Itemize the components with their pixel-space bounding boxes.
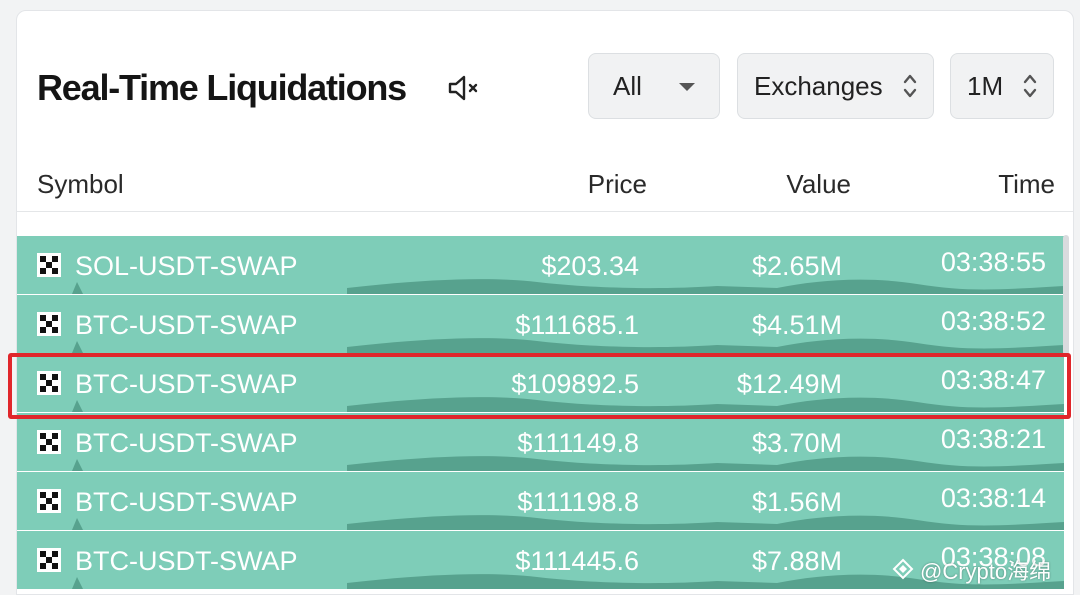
row-time: 03:38:21: [940, 424, 1046, 454]
row-value: $4.51M: [751, 310, 842, 340]
table-row[interactable]: BTC-USDT-SWAP $111198.8 $1.56M 03:38:14: [17, 472, 1064, 530]
watermark-text: @Crypto海绵: [920, 559, 1052, 584]
row-value: $2.65M: [751, 251, 842, 281]
up-down-chevron-icon: [1023, 74, 1037, 98]
row-time: 03:38:55: [940, 247, 1046, 277]
row-price: $111149.8: [517, 428, 639, 458]
watermark-logo-icon: [892, 558, 914, 580]
table-row[interactable]: BTC-USDT-SWAP $109892.5 $12.49M 03:38:47: [17, 354, 1064, 412]
timeframe-select-label: 1M: [967, 70, 1004, 101]
okx-exchange-icon: [37, 312, 61, 336]
row-value: $1.56M: [751, 487, 842, 517]
caret-down-icon: [679, 83, 695, 91]
column-header-symbol[interactable]: Symbol: [37, 169, 124, 200]
row-symbol: BTC-USDT-SWAP: [75, 487, 298, 517]
row-value: $3.70M: [751, 428, 842, 458]
okx-exchange-icon: [37, 548, 61, 572]
liquidations-list: SOL-USDT-SWAP $203.34 $2.65M 03:38:55 BTC-US…: [17, 236, 1064, 590]
exchanges-select-label: Exchanges: [754, 70, 883, 101]
speaker-muted-icon[interactable]: [447, 73, 483, 103]
row-price: $111198.8: [517, 487, 639, 517]
exchanges-select[interactable]: Exchanges: [737, 53, 934, 119]
page-title: Real-Time Liquidations: [37, 67, 407, 108]
table-row[interactable]: BTC-USDT-SWAP $111149.8 $3.70M 03:38:21: [17, 413, 1064, 471]
okx-exchange-icon: [37, 430, 61, 454]
row-symbol: BTC-USDT-SWAP: [75, 310, 298, 340]
okx-exchange-icon: [37, 253, 61, 277]
row-price: $109892.5: [511, 369, 639, 399]
row-symbol: BTC-USDT-SWAP: [75, 546, 298, 576]
column-header-time[interactable]: Time: [998, 169, 1055, 200]
table-header: Symbol Price Value Time: [17, 161, 1073, 212]
filter-select-label: All: [613, 70, 642, 101]
row-price: $203.34: [541, 251, 639, 281]
row-time: 03:38:47: [940, 365, 1046, 395]
table-row[interactable]: BTC-USDT-SWAP $111685.1 $4.51M 03:38:52: [17, 295, 1064, 353]
liquidations-panel: Real-Time Liquidations All Exchanges 1M …: [16, 10, 1074, 595]
row-value: $12.49M: [736, 369, 842, 399]
filter-select[interactable]: All: [588, 53, 720, 119]
scrollbar[interactable]: [1063, 235, 1069, 355]
table-row[interactable]: SOL-USDT-SWAP $203.34 $2.65M 03:38:55: [17, 236, 1064, 294]
row-symbol: BTC-USDT-SWAP: [75, 428, 298, 458]
row-time: 03:38:14: [940, 483, 1046, 513]
column-header-price[interactable]: Price: [588, 169, 647, 200]
up-down-chevron-icon: [903, 74, 917, 98]
row-value: $7.88M: [751, 546, 842, 576]
okx-exchange-icon: [37, 371, 61, 395]
row-symbol: BTC-USDT-SWAP: [75, 369, 298, 399]
row-time: 03:38:52: [940, 306, 1046, 336]
column-header-value[interactable]: Value: [786, 169, 851, 200]
row-price: $111445.6: [515, 546, 639, 576]
okx-exchange-icon: [37, 489, 61, 513]
timeframe-select[interactable]: 1M: [950, 53, 1054, 119]
row-symbol: SOL-USDT-SWAP: [75, 251, 298, 281]
row-price: $111685.1: [515, 310, 639, 340]
